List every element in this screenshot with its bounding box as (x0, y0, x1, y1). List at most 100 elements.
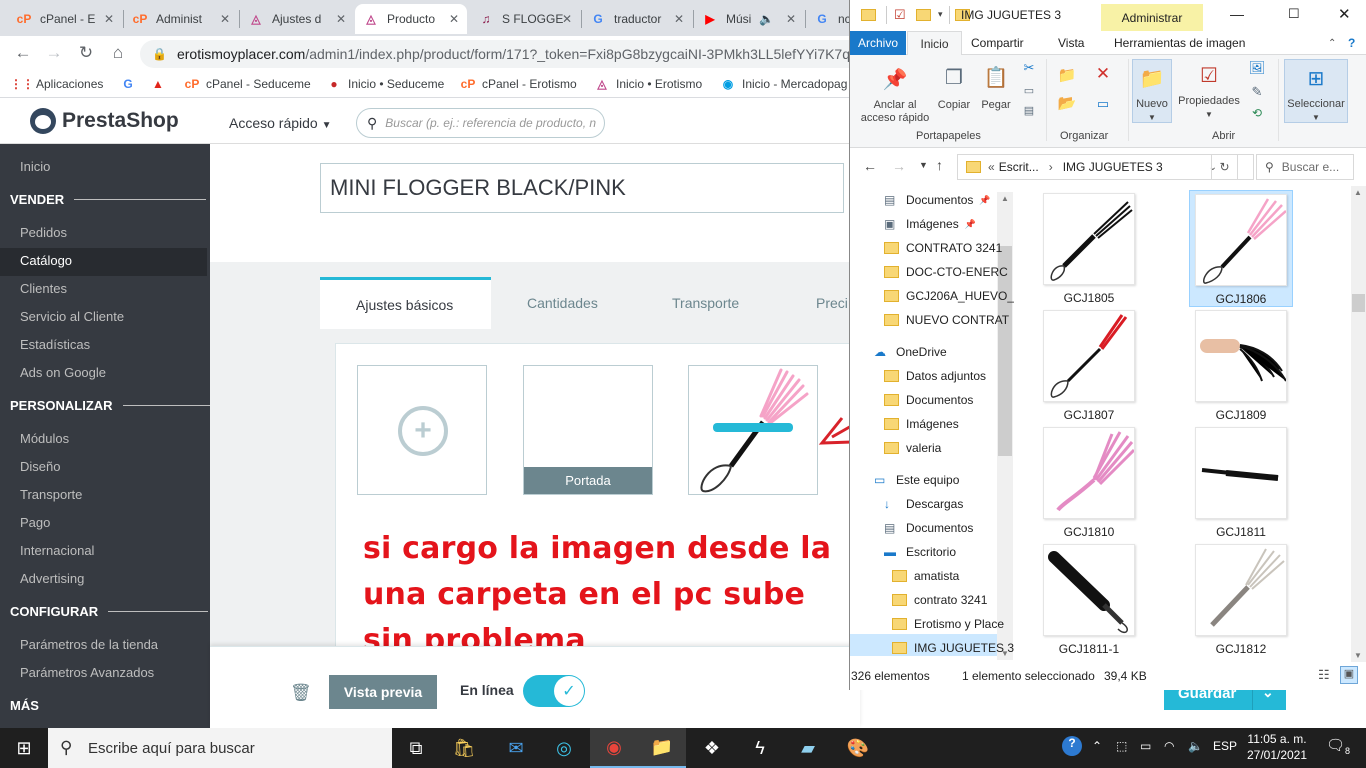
battery-icon[interactable]: ▭ (1140, 739, 1151, 753)
file-item[interactable]: GCJ1811 (1189, 424, 1293, 541)
tree-item[interactable]: valeria (884, 441, 941, 455)
history-icon[interactable]: ⟲ (1246, 107, 1268, 120)
tree-item[interactable]: GCJ206A_HUEVO_ (884, 289, 1014, 303)
tab-archivo[interactable]: Archivo (850, 31, 906, 55)
pin-quick-access-button[interactable]: 📌 Anclar al acceso rápido (856, 67, 934, 125)
select-button[interactable]: ⊞ Seleccionar ▼ (1284, 59, 1348, 123)
copy-path-icon[interactable]: ▭ (1018, 85, 1040, 98)
tree-item[interactable]: ▣ Imágenes 📌 (884, 217, 976, 231)
tree-item[interactable]: Datos adjuntos (884, 369, 986, 383)
close-icon[interactable]: ✕ (1338, 5, 1351, 23)
wifi-icon[interactable]: ◠ (1164, 739, 1174, 753)
select-grid-icon: ⊞ (1307, 67, 1325, 90)
edge-icon[interactable]: ◎ (540, 728, 588, 768)
tree-scrollbar[interactable]: ▲ ▼ (997, 192, 1013, 660)
pin-icon: 📌 (979, 194, 991, 205)
grid-scrollbar[interactable]: ▲ ▼ (1351, 186, 1366, 662)
chrome-icon[interactable]: ◉ (590, 728, 638, 768)
large-icons-view-icon[interactable]: ▣ (1340, 666, 1358, 684)
onedrive-icon: ☁ (874, 345, 886, 359)
windows-start-icon[interactable]: ⊞ (0, 728, 48, 768)
pin-icon: 📌 (964, 218, 976, 229)
tree-item[interactable]: NUEVO CONTRAT (884, 313, 1009, 327)
file-item[interactable]: GCJ1806 (1189, 190, 1293, 307)
rename-icon[interactable]: ▭ (1090, 97, 1116, 110)
open-icon[interactable]: 🖼 (1246, 61, 1268, 74)
delete-icon[interactable]: ✕ (1090, 65, 1116, 82)
tree-item[interactable]: contrato 3241 (892, 593, 987, 607)
minimize-icon[interactable]: — (1230, 6, 1244, 22)
help-icon[interactable]: ? (1062, 736, 1082, 756)
chevron-down-icon: ▼ (1205, 110, 1213, 119)
task-view-icon[interactable]: ⧉ (392, 728, 440, 768)
tree-item[interactable]: ▭ Este equipo (874, 473, 959, 487)
details-view-icon[interactable]: ☷ (1318, 667, 1330, 683)
tab-herramientas-imagen[interactable]: Herramientas de imagen (1114, 31, 1245, 55)
help-icon[interactable]: ? (1348, 31, 1355, 55)
tree-item[interactable]: Imágenes (884, 417, 959, 431)
tree-item[interactable]: ↓ Descargas (884, 497, 963, 511)
winamp-icon[interactable]: ϟ (736, 728, 784, 768)
store-icon[interactable]: 🛍 (440, 728, 488, 768)
tree-item[interactable]: Documentos (884, 393, 973, 407)
tree-item[interactable]: ▤ Documentos 📌 (884, 193, 991, 207)
customize-toolbar-icon[interactable]: ▾ (938, 9, 943, 20)
taskbar-search-input[interactable]: ⚲ Escribe aquí para buscar (48, 728, 392, 768)
ribbon-collapse-icon[interactable]: ⌃ (1328, 31, 1336, 55)
manage-context-tab[interactable]: Administrar (1101, 4, 1203, 31)
copy-to-icon[interactable]: 📂 (1054, 96, 1080, 111)
language-indicator[interactable]: ESP (1213, 739, 1237, 753)
move-to-icon[interactable]: 📁 (1054, 68, 1080, 83)
volume-icon[interactable]: 🔈 (1188, 739, 1203, 753)
paint-icon[interactable]: 🎨 (834, 728, 882, 768)
cut-icon[interactable]: ✂ (1018, 61, 1040, 74)
file-item[interactable]: GCJ1807 (1037, 307, 1141, 424)
file-item[interactable]: GCJ1805 (1037, 190, 1141, 307)
file-item[interactable]: GCJ1810 (1037, 424, 1141, 541)
tab-compartir[interactable]: Compartir (971, 31, 1024, 55)
image-thumbnail (1043, 544, 1135, 636)
notifications-icon[interactable]: 🗨8 (1326, 736, 1350, 756)
new-folder-icon: 📁 (1139, 67, 1165, 90)
maximize-icon[interactable]: ☐ (1288, 6, 1300, 22)
mail-icon[interactable]: ✉ (492, 728, 540, 768)
notepad-icon[interactable]: ▰ (784, 728, 832, 768)
new-folder-icon[interactable] (916, 9, 931, 21)
properties-check-icon[interactable]: ☑ (894, 7, 906, 23)
edit-icon[interactable]: ✎ (1246, 85, 1268, 98)
tree-item[interactable]: IMG JUGUETES 3 (892, 641, 1014, 655)
tab-vista[interactable]: Vista (1058, 31, 1084, 55)
dropbox-icon[interactable]: ❖ (688, 728, 736, 768)
file-explorer-icon[interactable]: 📁 (638, 728, 686, 768)
clock[interactable]: 11:05 a. m. 27/01/2021 (1242, 731, 1312, 763)
copy-button[interactable]: ❐ Copiar (934, 63, 974, 112)
paste-shortcut-icon[interactable]: ▤ (1018, 105, 1040, 118)
file-item[interactable]: GCJ1809 (1189, 307, 1293, 424)
explorer-search-input[interactable]: ⚲ Buscar e... (1256, 154, 1354, 180)
tab-inicio[interactable]: Inicio (907, 31, 962, 56)
folder-icon (884, 394, 899, 406)
up-arrow-icon[interactable]: ↑ (936, 157, 943, 173)
explorer-path-bar[interactable]: « Escrit... › IMG JUGUETES 3 ⌄ (957, 154, 1254, 180)
tree-item[interactable]: DOC-CTO-ENERC (884, 265, 1008, 279)
file-item[interactable]: GCJ1812 (1189, 541, 1293, 658)
tree-item[interactable]: CONTRATO 3241 (884, 241, 1002, 255)
chevron-up-icon[interactable]: ⌃ (1092, 739, 1102, 753)
tree-item[interactable]: Erotismo y Place (892, 617, 1004, 631)
tree-item[interactable]: ☁ OneDrive (874, 345, 947, 359)
file-item[interactable]: GCJ1811-1 (1037, 541, 1141, 658)
back-arrow-icon[interactable]: ← (863, 158, 877, 174)
properties-button[interactable]: ☑ Propiedades ▼ (1176, 63, 1242, 121)
tree-item[interactable]: ▬ Escritorio (884, 545, 956, 559)
refresh-icon[interactable]: ↻ (1211, 154, 1238, 180)
tree-item[interactable]: amatista (892, 569, 959, 583)
pictures-icon: ▣ (884, 217, 896, 231)
recent-locations-icon[interactable]: ▼ (919, 160, 928, 170)
camera-icon[interactable]: ⬚ (1116, 739, 1127, 753)
folder-icon (884, 290, 899, 302)
paste-button[interactable]: 📋 Pegar (977, 63, 1015, 112)
new-folder-button[interactable]: 📁 Nuevo ▼ (1132, 59, 1172, 123)
forward-arrow-icon[interactable]: → (892, 158, 906, 174)
tree-item[interactable]: ▤ Documentos (884, 521, 973, 535)
search-icon: ⚲ (1265, 160, 1274, 174)
